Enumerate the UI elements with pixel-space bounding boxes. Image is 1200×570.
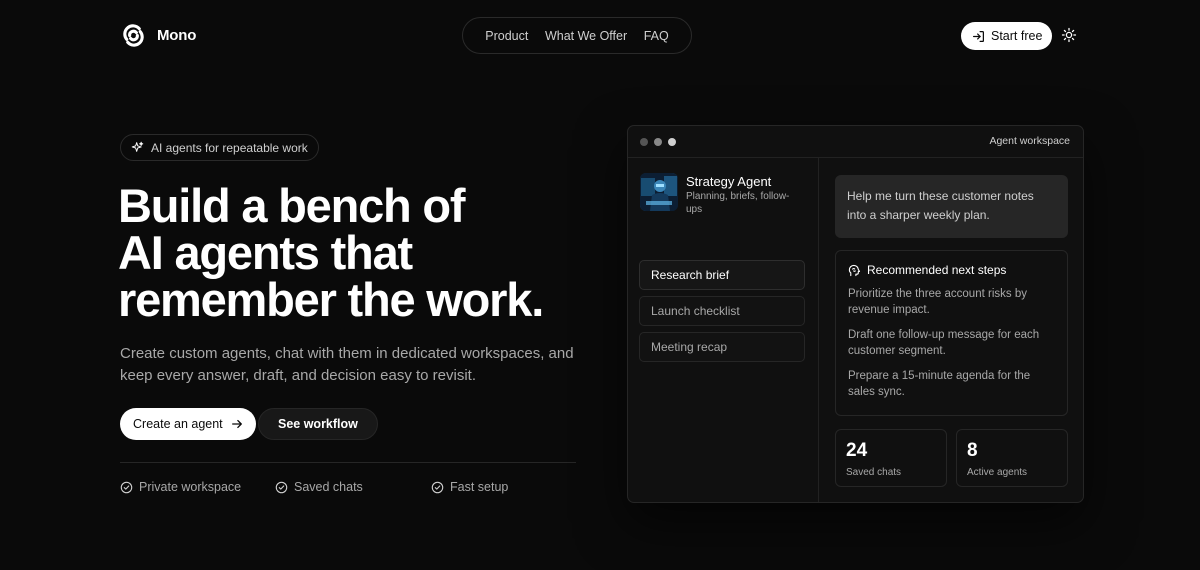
feature-label: Private workspace [139, 480, 242, 494]
arrow-right-icon [231, 419, 242, 429]
next-steps-card: Recommended next steps Prioritize the th… [835, 250, 1068, 416]
hero-divider [120, 462, 576, 463]
nav-faq[interactable]: FAQ [644, 29, 669, 43]
chat-item-research-brief[interactable]: Research brief [639, 260, 805, 290]
workspace-chat-panel: Help me turn these customer notes into a… [819, 158, 1083, 502]
stat-active-agents: 8 Active agents [956, 429, 1068, 487]
stat-value: 24 [846, 440, 868, 461]
sun-icon [1061, 27, 1077, 43]
hero-badge: AI agents for repeatable work [120, 134, 319, 161]
chat-item-meeting-recap[interactable]: Meeting recap [639, 332, 805, 362]
check-circle-icon [275, 481, 288, 493]
agent-description: Planning, briefs, follow-ups [686, 191, 790, 215]
check-circle-icon [431, 481, 444, 493]
chat-item-label: Research brief [651, 268, 730, 282]
create-agent-button[interactable]: Create an agent [120, 408, 256, 440]
check-circle-icon [120, 481, 133, 493]
feature-fast-setup: Fast setup [431, 480, 508, 494]
brain-icon [848, 264, 861, 276]
brand-logo[interactable]: Mono [120, 22, 196, 49]
mono-logo-icon [123, 24, 144, 47]
stat-label: Active agents [967, 467, 1028, 478]
next-steps-heading: Recommended next steps [867, 263, 1007, 277]
hero-title-line-2: AI agents that [118, 226, 413, 279]
agent-avatar [640, 173, 678, 211]
robot-avatar-icon [640, 173, 678, 211]
see-workflow-label: See workflow [278, 417, 358, 431]
hero-title-line-3: remember the work. [118, 273, 544, 326]
nav-product[interactable]: Product [485, 29, 528, 43]
chat-item-launch-checklist[interactable]: Launch checklist [639, 296, 805, 326]
stat-label: Saved chats [846, 467, 902, 478]
create-agent-label: Create an agent [133, 417, 223, 431]
sparkle-icon [131, 141, 144, 152]
window-dot-icon [668, 137, 676, 146]
stat-value: 8 [967, 440, 978, 461]
workspace-sidebar: Strategy Agent Planning, briefs, follow-… [628, 158, 819, 502]
window-dot-icon [640, 137, 648, 146]
nav-what-we-offer[interactable]: What We Offer [545, 29, 627, 43]
user-prompt-message: Help me turn these customer notes into a… [835, 175, 1068, 238]
chat-item-label: Meeting recap [651, 340, 728, 354]
feature-label: Fast setup [450, 480, 509, 494]
next-step-item: Draft one follow-up message for each cus… [848, 329, 1040, 357]
workspace-titlebar: Agent workspace [628, 126, 1083, 158]
next-step-item: Prepare a 15-minute agenda for the sales… [848, 370, 1031, 398]
hero-subtitle: Create custom agents, chat with them in … [120, 345, 574, 384]
hero-badge-label: AI agents for repeatable work [151, 140, 308, 155]
start-free-button[interactable]: Start free [961, 22, 1053, 50]
agent-workspace-card: Agent workspace Strategy Agent Planning,… [627, 125, 1084, 503]
login-icon [973, 30, 984, 42]
theme-toggle-button[interactable] [1061, 27, 1077, 43]
window-dot-icon [654, 137, 662, 146]
feature-label: Saved chats [294, 480, 363, 494]
stat-saved-chats: 24 Saved chats [835, 429, 947, 487]
next-steps-header: Recommended next steps [848, 263, 1055, 277]
next-step-item: Prioritize the three account risks by re… [848, 288, 1027, 316]
hero-title-line-1: Build a bench of [118, 179, 466, 232]
hero-title: Build a bench of AI agents that remember… [118, 182, 598, 323]
brand-name: Mono [157, 27, 197, 44]
feature-private-workspace: Private workspace [120, 480, 241, 494]
agent-profile[interactable]: Strategy Agent Planning, briefs, follow-… [640, 173, 796, 216]
agent-name: Strategy Agent [686, 174, 772, 189]
agent-info: Strategy Agent Planning, briefs, follow-… [686, 173, 796, 216]
feature-saved-chats: Saved chats [275, 480, 363, 494]
see-workflow-button[interactable]: See workflow [258, 408, 378, 440]
start-free-label: Start free [991, 29, 1043, 43]
chat-item-label: Launch checklist [651, 304, 740, 318]
workspace-title: Agent workspace [989, 135, 1070, 147]
main-nav: Product What We Offer FAQ [462, 17, 692, 54]
